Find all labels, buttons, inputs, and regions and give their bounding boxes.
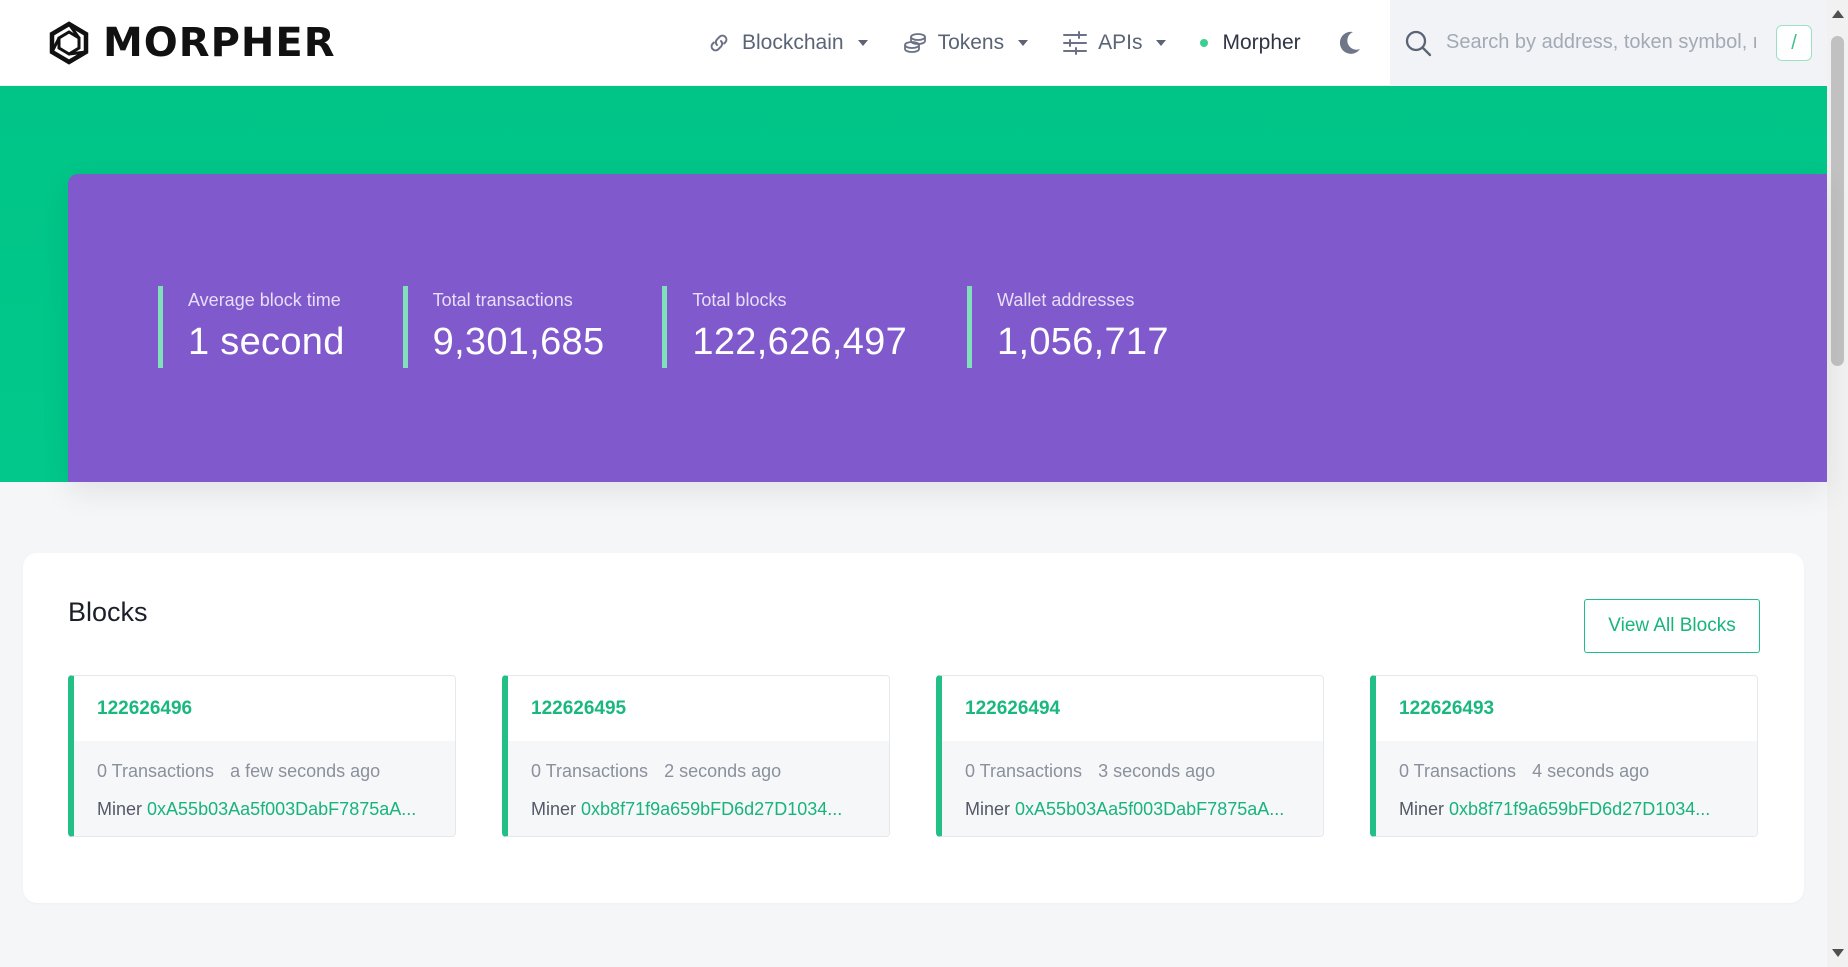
block-tx-count: 0 Transactions (1399, 761, 1517, 781)
logo-text: MORPHER (103, 20, 336, 66)
stat-wallet-addresses: Wallet addresses 1,056,717 (967, 286, 1169, 368)
block-number-link[interactable]: 122626493 (1399, 698, 1494, 720)
search-shortcut-key: / (1776, 25, 1812, 61)
block-number-link[interactable]: 122626495 (531, 698, 626, 720)
block-time: 4 seconds ago (1532, 761, 1650, 781)
network-selector[interactable]: Morpher (1200, 31, 1301, 55)
chevron-down-icon (1156, 40, 1167, 46)
nav-blockchain-label: Blockchain (742, 31, 844, 54)
scrollbar-thumb[interactable] (1831, 36, 1844, 366)
search-bar: / (1390, 0, 1827, 86)
block-tx-count: 0 Transactions (965, 761, 1083, 781)
stat-average-block-time: Average block time 1 second (158, 286, 345, 368)
stat-value: 122,626,497 (692, 321, 908, 363)
nav-apis-label: APIs (1098, 31, 1143, 54)
block-card: 122626494 0 Transactions 3 seconds ago M… (936, 675, 1324, 837)
morpher-logo-icon (49, 21, 89, 65)
nav-blockchain[interactable]: Blockchain (706, 30, 868, 56)
stat-label: Total blocks (692, 290, 787, 310)
stat-value: 1 second (188, 321, 345, 363)
nav-tokens[interactable]: Tokens (902, 30, 1029, 56)
view-all-blocks-button[interactable]: View All Blocks (1584, 599, 1760, 653)
stat-label: Average block time (188, 290, 341, 310)
sliders-icon (1063, 31, 1088, 55)
stat-value: 1,056,717 (997, 321, 1169, 363)
stats-banner: Average block time 1 second Total transa… (68, 174, 1827, 482)
miner-label: Miner (97, 799, 143, 819)
block-card: 122626493 0 Transactions 4 seconds ago M… (1370, 675, 1758, 837)
block-tx-count: 0 Transactions (531, 761, 649, 781)
coins-icon (903, 33, 926, 53)
block-time: 3 seconds ago (1098, 761, 1216, 781)
block-cards: 122626496 0 Transactions a few seconds a… (68, 675, 1758, 837)
stats-row: Average block time 1 second Total transa… (158, 286, 1169, 368)
search-icon (1405, 30, 1432, 57)
network-status-dot (1200, 39, 1209, 47)
miner-address-link[interactable]: 0xb8f71f9a659bFD6d27D1034... (581, 799, 842, 819)
main-nav: Blockchain Tokens APIs Morpher (706, 0, 1363, 86)
block-card: 122626496 0 Transactions a few seconds a… (68, 675, 456, 837)
block-time: a few seconds ago (230, 761, 381, 781)
search-input[interactable] (1446, 24, 1756, 60)
miner-label: Miner (965, 799, 1011, 819)
blocks-panel: Blocks View All Blocks 122626496 0 Trans… (23, 553, 1804, 903)
scroll-up-arrow-icon[interactable] (1832, 10, 1844, 18)
stat-total-transactions: Total transactions 9,301,685 (402, 286, 605, 368)
link-icon (710, 34, 728, 52)
stat-total-blocks: Total blocks 122,626,497 (662, 286, 907, 368)
stat-value: 9,301,685 (432, 321, 605, 363)
logo[interactable]: MORPHER (47, 20, 336, 66)
block-card: 122626495 0 Transactions 2 seconds ago M… (502, 675, 890, 837)
miner-address-link[interactable]: 0xA55b03Aa5f003DabF7875aA... (147, 799, 416, 819)
stat-label: Wallet addresses (997, 290, 1135, 310)
stat-label: Total transactions (432, 290, 573, 310)
miner-address-link[interactable]: 0xb8f71f9a659bFD6d27D1034... (1449, 799, 1710, 819)
nav-tokens-label: Tokens (937, 31, 1005, 54)
miner-address-link[interactable]: 0xA55b03Aa5f003DabF7875aA... (1015, 799, 1284, 819)
top-navbar: MORPHER Blockchain Tokens APIs Morpher S… (0, 0, 1827, 86)
block-time: 2 seconds ago (664, 761, 782, 781)
block-number-link[interactable]: 122626496 (97, 698, 192, 720)
block-number-link[interactable]: 122626494 (965, 698, 1060, 720)
chevron-down-icon (857, 40, 868, 46)
network-label: Morpher (1222, 31, 1301, 54)
nav-apis[interactable]: APIs (1062, 30, 1167, 56)
page-scrollbar[interactable] (1827, 0, 1848, 967)
moon-icon[interactable] (1335, 29, 1363, 57)
miner-label: Miner (531, 799, 577, 819)
block-tx-count: 0 Transactions (97, 761, 215, 781)
blocks-title: Blocks (68, 597, 148, 627)
chevron-down-icon (1018, 40, 1029, 46)
scroll-down-arrow-icon[interactable] (1832, 949, 1844, 957)
miner-label: Miner (1399, 799, 1445, 819)
